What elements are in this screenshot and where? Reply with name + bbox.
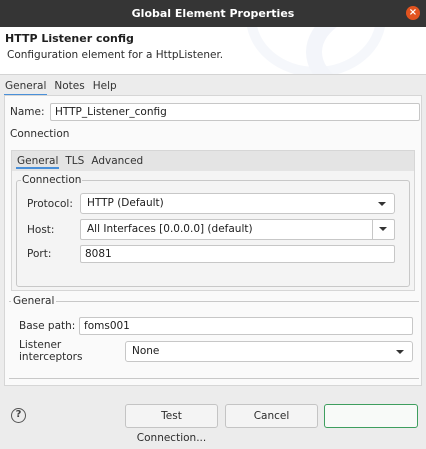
listener-interceptors-value: None: [132, 344, 160, 357]
ok-button[interactable]: [324, 404, 418, 428]
base-path-label: Base path:: [19, 320, 76, 332]
tab-general[interactable]: General: [4, 80, 48, 96]
tab-connection-general[interactable]: General: [16, 155, 60, 169]
connection-heading: Connection: [10, 128, 70, 140]
window-title: Global Element Properties: [131, 7, 295, 20]
title-bar: Global Element Properties ×: [0, 0, 426, 27]
main-tabs: General Notes Help: [4, 80, 118, 96]
close-icon[interactable]: ×: [406, 6, 420, 20]
host-value: All Interfaces [0.0.0.0] (default): [87, 223, 253, 235]
dialog-footer: ? Test Connection... Cancel: [0, 398, 426, 444]
port-label: Port:: [27, 248, 52, 260]
port-row: Port: 8081: [27, 245, 395, 263]
host-combo[interactable]: All Interfaces [0.0.0.0] (default): [80, 219, 395, 240]
chevron-down-icon: [379, 227, 387, 231]
protocol-value: HTTP (Default): [87, 197, 164, 209]
connection-tab-bar: General TLS Advanced: [12, 151, 414, 171]
protocol-select[interactable]: HTTP (Default): [80, 193, 395, 214]
chevron-down-icon: [378, 202, 386, 206]
tab-help[interactable]: Help: [92, 80, 118, 96]
connection-group: Connection Protocol: HTTP (Default) Host…: [16, 174, 410, 287]
connection-group-legend: Connection: [21, 174, 83, 186]
name-label: Name:: [10, 106, 45, 118]
protocol-label: Protocol:: [27, 197, 73, 210]
test-connection-button[interactable]: Test Connection...: [125, 404, 218, 444]
cancel-button[interactable]: Cancel: [225, 404, 318, 428]
tab-tls[interactable]: TLS: [64, 155, 85, 169]
listener-interceptors-select[interactable]: None: [125, 340, 413, 362]
general-panel: Name: HTTP_Listener_config Connection Ge…: [4, 95, 422, 386]
name-field[interactable]: HTTP_Listener_config: [50, 103, 420, 121]
header-title: HTTP Listener config: [5, 32, 134, 45]
dialog-header: HTTP Listener config Configuration eleme…: [0, 27, 426, 75]
host-row: Host: All Interfaces [0.0.0.0] (default): [27, 219, 395, 240]
general-group-legend: General: [11, 295, 57, 307]
protocol-row: Protocol: HTTP (Default): [27, 193, 395, 214]
header-description: Configuration element for a HttpListener…: [7, 49, 224, 61]
host-dropdown-button[interactable]: [372, 220, 394, 239]
question-circle-icon[interactable]: ?: [11, 408, 26, 423]
connection-panel: General TLS Advanced Connection Protocol…: [11, 150, 415, 291]
listener-interceptors-label: Listener interceptors: [19, 339, 83, 363]
name-row: Name: HTTP_Listener_config: [10, 103, 420, 121]
listener-interceptors-row: Listener interceptors None: [19, 339, 413, 363]
port-field[interactable]: 8081: [80, 245, 395, 263]
tab-advanced[interactable]: Advanced: [90, 155, 144, 169]
host-label: Host:: [27, 223, 55, 236]
chevron-down-icon: [396, 349, 404, 354]
base-path-field[interactable]: foms001: [79, 317, 413, 335]
base-path-row: Base path: foms001: [19, 317, 413, 335]
decorative-arc: [306, 27, 426, 74]
tab-notes[interactable]: Notes: [53, 80, 85, 96]
general-group: General Base path: foms001 Listener inte…: [9, 295, 419, 379]
